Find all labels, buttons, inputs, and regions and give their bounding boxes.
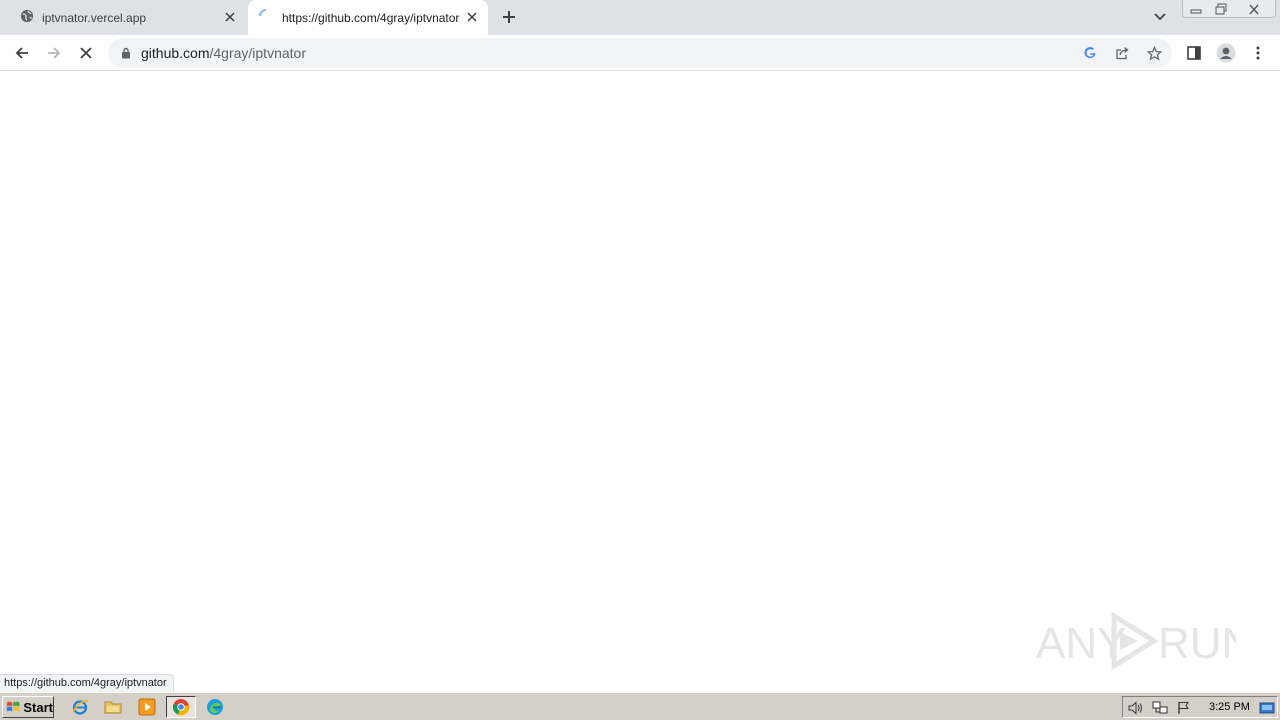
browser-toolbar: github.com/4gray/iptvnator xyxy=(0,35,1280,71)
system-tray: 3:25 PM xyxy=(1122,696,1278,718)
action-center-flag-icon[interactable] xyxy=(1176,700,1192,716)
menu-kebab-icon[interactable] xyxy=(1245,40,1271,66)
globe-icon xyxy=(20,9,34,26)
tab-title: https://github.com/4gray/iptvnator xyxy=(282,10,460,25)
tab-title: iptvnator.vercel.app xyxy=(42,10,147,25)
new-tab-button[interactable] xyxy=(498,6,520,28)
tab-iptvnator-vercel[interactable]: iptvnator.vercel.app xyxy=(8,0,246,35)
tab-search-chevron-icon[interactable] xyxy=(1150,8,1170,26)
forward-button[interactable] xyxy=(41,40,67,66)
explorer-icon[interactable] xyxy=(100,696,126,718)
taskbar-clock[interactable]: 3:25 PM xyxy=(1209,701,1250,713)
google-lens-icon[interactable] xyxy=(1081,44,1099,62)
ie-icon[interactable] xyxy=(67,696,93,718)
tab-github-iptvnator[interactable]: https://github.com/4gray/iptvnator xyxy=(248,0,488,35)
status-bar-link: https://github.com/4gray/iptvnator xyxy=(0,674,174,692)
profile-avatar-icon[interactable] xyxy=(1213,40,1239,66)
close-tab-icon[interactable] xyxy=(222,9,238,25)
start-label: Start xyxy=(23,699,53,715)
stop-loading-button[interactable] xyxy=(73,40,99,66)
page-content xyxy=(0,72,1280,692)
taskbar: Start 3:25 PM xyxy=(0,692,1280,720)
network-icon[interactable] xyxy=(1152,700,1168,716)
loading-spinner-icon xyxy=(258,8,274,27)
lock-icon[interactable] xyxy=(117,44,135,62)
media-player-icon[interactable] xyxy=(134,696,160,718)
close-tab-icon[interactable] xyxy=(464,9,480,25)
start-button[interactable]: Start xyxy=(2,696,54,718)
restore-icon[interactable] xyxy=(1208,0,1234,18)
chrome-icon[interactable] xyxy=(166,696,196,718)
tab-strip: iptvnator.vercel.app https://github.com/… xyxy=(0,0,1280,35)
minimize-icon[interactable] xyxy=(1184,0,1208,18)
windows-logo-icon xyxy=(6,701,20,712)
bookmark-star-icon[interactable] xyxy=(1145,44,1163,62)
watermark-text-right: RUN xyxy=(1158,619,1236,668)
anyrun-watermark: ANY RUN xyxy=(1036,606,1253,676)
edge-icon[interactable] xyxy=(202,696,228,718)
share-icon[interactable] xyxy=(1113,44,1131,62)
close-window-icon[interactable] xyxy=(1234,0,1274,18)
url-host: github.com xyxy=(141,45,210,61)
show-desktop-icon[interactable] xyxy=(1259,700,1275,716)
side-panel-button[interactable] xyxy=(1181,40,1207,66)
back-button[interactable] xyxy=(9,40,35,66)
url-text: github.com/4gray/iptvnator xyxy=(141,45,306,61)
url-path: /4gray/iptvnator xyxy=(209,45,306,61)
volume-icon[interactable] xyxy=(1128,700,1144,716)
address-bar[interactable]: github.com/4gray/iptvnator xyxy=(108,38,1172,68)
